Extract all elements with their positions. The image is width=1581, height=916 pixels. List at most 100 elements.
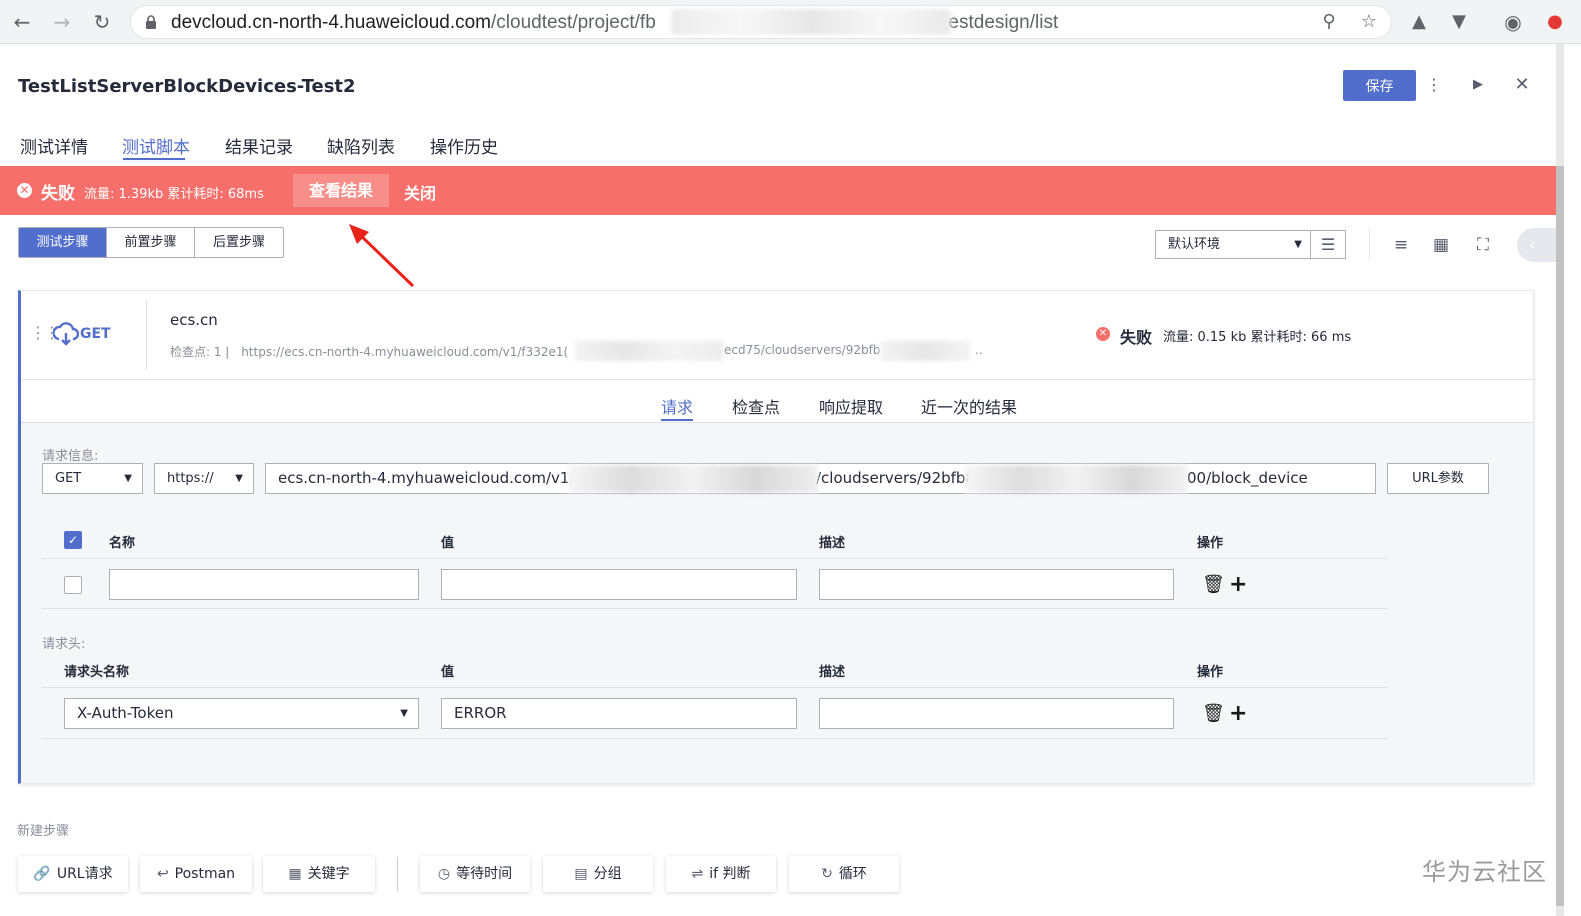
- star-icon[interactable]: ☆: [1358, 11, 1380, 33]
- param-description-input[interactable]: [819, 569, 1174, 600]
- url-part-b: /cloudservers/92bfb8: [816, 469, 975, 487]
- address-bar[interactable]: devcloud.cn-north-4.huaweicloud.com/clou…: [130, 5, 1392, 39]
- close-icon[interactable]: ✕: [1512, 74, 1532, 96]
- param-value-input[interactable]: [441, 569, 797, 600]
- watermark: 华为云社区: [1422, 858, 1547, 886]
- more-icon[interactable]: ⋮: [1424, 74, 1444, 96]
- extension-icon[interactable]: ●: [1544, 11, 1566, 33]
- chevron-down-icon: ▼: [1294, 239, 1302, 250]
- step-url-c: ..: [975, 343, 983, 357]
- redacted-region: [880, 341, 970, 361]
- column-description: 描述: [819, 536, 846, 551]
- step-meta: 流量: 0.15 kb 累计耗时: 66 ms: [1163, 330, 1352, 345]
- tab-result-records[interactable]: 结果记录: [225, 133, 293, 158]
- chevron-down-icon: ▼: [124, 473, 132, 484]
- protocol-select[interactable]: https:// ▼: [154, 463, 254, 494]
- forward-icon[interactable]: →: [50, 10, 74, 34]
- banner-status: 失败: [41, 184, 75, 204]
- add-loop-button[interactable]: ↻ 循环: [789, 856, 899, 892]
- tab-checkpoint[interactable]: 检查点: [732, 394, 780, 418]
- card-divider: [146, 300, 147, 370]
- run-icon[interactable]: ▶: [1468, 74, 1488, 96]
- zoom-icon[interactable]: ⚲: [1318, 11, 1340, 33]
- add-url-request-button[interactable]: 🔗 URL请求: [18, 856, 128, 892]
- link-icon: 🔗: [33, 866, 51, 882]
- add-keyword-button[interactable]: ▦ 关键字: [263, 856, 375, 892]
- browser-toolbar: ← → ↻ devcloud.cn-north-4.huaweicloud.co…: [0, 0, 1581, 44]
- tab-defect-list[interactable]: 缺陷列表: [327, 133, 395, 158]
- drive-icon[interactable]: ▲: [1408, 11, 1430, 33]
- tab-operation-history[interactable]: 操作历史: [430, 133, 498, 158]
- tab-test-script[interactable]: 测试脚本: [122, 133, 190, 158]
- column-header-name: 请求头名称: [64, 665, 130, 680]
- banner-meta: 流量: 1.39kb 累计耗时: 68ms: [84, 187, 264, 202]
- environment-select[interactable]: 默认环境 ▼: [1155, 230, 1311, 259]
- failure-banner: ✕ 失败 流量: 1.39kb 累计耗时: 68ms 查看结果 关闭: [0, 166, 1556, 215]
- step-type-tabs: 测试步骤 前置步骤 后置步骤: [18, 227, 284, 258]
- add-icon[interactable]: +: [1229, 701, 1247, 726]
- active-inner-tab-indicator: [661, 419, 693, 421]
- error-icon: ✕: [1096, 327, 1110, 341]
- step-url-a: https://ecs.cn-north-4.myhuaweicloud.com…: [241, 345, 569, 359]
- tab-pre-steps[interactable]: 前置步骤: [107, 228, 195, 257]
- environment-settings-icon[interactable]: ☰: [1311, 230, 1346, 259]
- protocol-value: https://: [167, 471, 214, 486]
- table-divider: [41, 558, 1388, 559]
- delete-icon[interactable]: 🗑: [1202, 574, 1225, 595]
- step-status: 失败: [1120, 328, 1153, 347]
- edit-list-icon[interactable]: ▦: [1430, 234, 1452, 256]
- url-part-c: 00/block_device: [1187, 469, 1308, 487]
- header-name-select[interactable]: X-Auth-Token ▼: [64, 698, 419, 729]
- add-icon[interactable]: +: [1229, 572, 1247, 597]
- header-value-input[interactable]: ERROR: [441, 698, 797, 729]
- tab-response-extract[interactable]: 响应提取: [819, 394, 883, 418]
- header-value: ERROR: [454, 704, 507, 722]
- redacted-region: [965, 465, 1187, 493]
- select-all-checkbox[interactable]: ✓: [64, 531, 82, 549]
- import-icon: ↩: [156, 866, 169, 882]
- column-name: 名称: [109, 536, 136, 551]
- clock-icon: ◷: [437, 866, 451, 882]
- active-tab-indicator: [123, 158, 185, 160]
- request-headers-label: 请求头:: [42, 637, 86, 652]
- add-group-button[interactable]: ▤ 分组: [543, 856, 653, 892]
- error-icon: ✕: [17, 183, 32, 198]
- param-name-input[interactable]: [109, 569, 419, 600]
- close-banner-button[interactable]: 关闭: [404, 180, 436, 204]
- step-method: GET: [80, 326, 111, 342]
- import-postman-button[interactable]: ↩ Postman: [140, 856, 252, 892]
- url-params-button[interactable]: URL参数: [1387, 463, 1489, 494]
- save-button[interactable]: 保存: [1343, 70, 1416, 101]
- tab-post-steps[interactable]: 后置步骤: [195, 228, 283, 257]
- chevron-down-icon: ▼: [235, 473, 243, 484]
- view-result-button[interactable]: 查看结果: [293, 174, 389, 207]
- collapse-all-icon[interactable]: ≡: [1390, 234, 1412, 256]
- column-operation: 操作: [1197, 536, 1224, 551]
- fullscreen-icon[interactable]: ⛶: [1472, 234, 1494, 256]
- new-step-label: 新建步骤: [17, 824, 70, 839]
- reload-icon[interactable]: ↻: [90, 10, 114, 34]
- header-description-input[interactable]: [819, 698, 1174, 729]
- column-operation: 操作: [1197, 665, 1224, 680]
- vue-icon[interactable]: ▼: [1448, 11, 1470, 33]
- column-value: 值: [441, 536, 455, 551]
- row-checkbox[interactable]: [64, 576, 82, 594]
- chevron-down-icon: ▼: [400, 708, 408, 719]
- add-wait-button[interactable]: ◷ 等待时间: [420, 856, 530, 892]
- delete-icon[interactable]: 🗑: [1202, 703, 1225, 724]
- scrollbar-thumb[interactable]: [1556, 166, 1564, 906]
- redacted-region: [671, 9, 951, 35]
- tab-test-details[interactable]: 测试详情: [20, 133, 88, 158]
- tab-last-result[interactable]: 近一次的结果: [921, 394, 1017, 418]
- url-part-a: ecs.cn-north-4.myhuaweicloud.com/v1/f33: [278, 469, 599, 487]
- method-select[interactable]: GET ▼: [42, 463, 143, 494]
- tab-request[interactable]: 请求: [661, 394, 693, 418]
- step-url-b: ecd75/cloudservers/92bfb: [724, 343, 881, 357]
- url-input[interactable]: ecs.cn-north-4.myhuaweicloud.com/v1/f33 …: [265, 463, 1376, 494]
- back-icon[interactable]: ←: [10, 10, 34, 34]
- step-name[interactable]: ecs.cn: [170, 311, 218, 329]
- profile-icon[interactable]: ◉: [1502, 11, 1524, 33]
- page-title: TestListServerBlockDevices-Test2: [18, 76, 356, 97]
- tab-test-steps[interactable]: 测试步骤: [19, 228, 107, 257]
- add-if-button[interactable]: ⇌ if 判断: [666, 856, 776, 892]
